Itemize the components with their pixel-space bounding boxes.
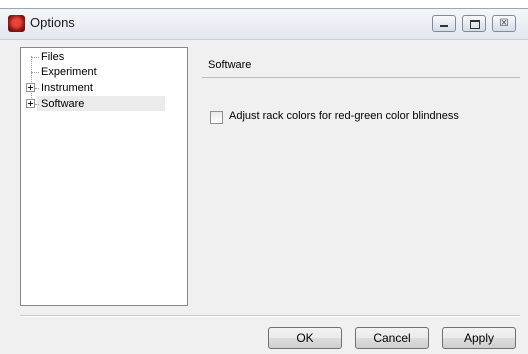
- window-title: Options: [30, 15, 75, 30]
- options-window: Options ☒ Files Experiment Instrument So…: [0, 8, 528, 354]
- tree-connector: [35, 104, 39, 105]
- section-divider: [202, 77, 520, 78]
- tree-item-label: Experiment: [41, 66, 97, 78]
- minimize-icon: [440, 25, 448, 27]
- color-blindness-label[interactable]: Adjust rack colors for red-green color b…: [229, 110, 459, 122]
- tree-item-label: Files: [41, 51, 65, 63]
- tree-item-instrument[interactable]: Instrument: [21, 81, 187, 95]
- minimize-button[interactable]: [432, 15, 456, 32]
- close-button[interactable]: ☒: [492, 15, 516, 32]
- ok-button[interactable]: OK: [268, 327, 342, 349]
- title-bar[interactable]: Options ☒: [0, 9, 528, 40]
- maximize-button[interactable]: [462, 15, 486, 32]
- app-icon[interactable]: [8, 15, 25, 32]
- cancel-button[interactable]: Cancel: [355, 327, 429, 349]
- section-title: Software: [208, 59, 252, 71]
- tree-connector: [35, 88, 39, 89]
- tree-item-label: Software: [41, 98, 85, 110]
- color-blindness-checkbox[interactable]: [210, 111, 223, 124]
- tree-item-experiment[interactable]: Experiment: [21, 65, 187, 79]
- tree-item-label: Instrument: [41, 82, 93, 94]
- apply-button[interactable]: Apply: [442, 327, 516, 349]
- expand-icon[interactable]: [26, 99, 35, 108]
- tree-connector: [31, 72, 39, 73]
- tree-item-software[interactable]: Software: [21, 96, 187, 111]
- expand-icon[interactable]: [26, 83, 35, 92]
- maximize-icon: [470, 20, 480, 29]
- options-tree[interactable]: Files Experiment Instrument Software: [20, 47, 188, 306]
- tree-item-files[interactable]: Files: [21, 50, 187, 64]
- close-icon: ☒: [499, 18, 509, 29]
- footer-divider: [20, 315, 520, 317]
- tree-connector: [31, 57, 39, 58]
